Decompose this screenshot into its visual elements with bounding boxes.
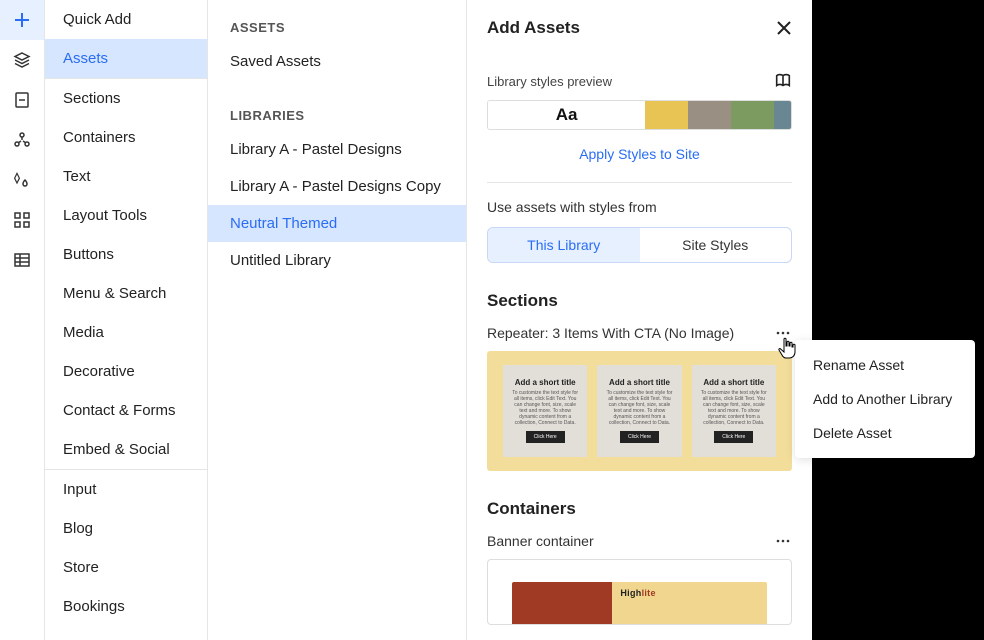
banner-left [512,582,612,625]
libraries-header: LIBRARIES [208,80,466,131]
rail-theme-button[interactable] [0,160,44,200]
table-icon [14,252,30,268]
plus-icon [13,11,31,29]
color-swatch [688,101,731,129]
color-swatch [645,101,688,129]
preview-card-button: Click Here [526,431,565,443]
category-assets[interactable]: Assets [45,39,207,78]
library-item[interactable]: Untitled Library [208,242,466,279]
libraries-panel: ASSETS Saved Assets LIBRARIES Library A … [208,0,466,640]
library-item[interactable]: Library A - Pastel Designs Copy [208,168,466,205]
preview-card: Add a short title To customize the text … [597,365,681,457]
rail-layers-button[interactable] [0,40,44,80]
asset-name: Banner container [487,533,594,549]
preview-card-button: Click Here [620,431,659,443]
category-bookings[interactable]: Bookings [45,587,207,626]
rail-add-button[interactable] [0,0,44,40]
category-decorative[interactable]: Decorative [45,352,207,391]
tab-this-library[interactable]: This Library [488,228,640,262]
category-panel: Quick Add Assets Sections Containers Tex… [44,0,208,640]
ctx-add-to-library[interactable]: Add to Another Library [795,382,975,416]
asset-context-menu: Rename Asset Add to Another Library Dele… [795,340,975,458]
panel-title: Add Assets [487,18,580,38]
category-contact-forms[interactable]: Contact & Forms [45,391,207,430]
category-layout-tools[interactable]: Layout Tools [45,196,207,235]
preview-card-title: Add a short title [609,379,670,388]
preview-card-title: Add a short title [515,379,576,388]
rail-apps-button[interactable] [0,200,44,240]
category-buttons[interactable]: Buttons [45,235,207,274]
ctx-rename-asset[interactable]: Rename Asset [795,348,975,382]
category-text[interactable]: Text [45,157,207,196]
rail-connections-button[interactable] [0,120,44,160]
rail-data-button[interactable] [0,240,44,280]
assets-header: ASSETS [208,0,466,43]
use-assets-from-label: Use assets with styles from [487,199,792,215]
sections-heading: Sections [487,291,792,311]
typography-swatch: Aa [488,101,645,129]
category-store[interactable]: Store [45,548,207,587]
category-input[interactable]: Input [45,470,207,509]
preview-card-body: To customize the text style for all item… [605,390,673,426]
close-icon [776,20,792,36]
close-button[interactable] [776,20,792,36]
preview-card-title: Add a short title [703,379,764,388]
grid-icon [14,212,30,228]
canvas-offscreen [812,0,984,640]
divider [487,182,792,183]
asset-preview-banner[interactable]: Highlite [487,559,792,625]
preview-card-button: Click Here [714,431,753,443]
nodes-icon [13,131,31,149]
color-swatch [774,101,791,129]
layers-icon [13,51,31,69]
preview-card: Add a short title To customize the text … [503,365,587,457]
apply-styles-link[interactable]: Apply Styles to Site [487,130,792,182]
style-source-segmented: This Library Site Styles [487,227,792,263]
containers-heading: Containers [487,499,792,519]
page-icon [14,91,30,109]
asset-preview-repeater[interactable]: Add a short title To customize the text … [487,351,792,471]
saved-assets-item[interactable]: Saved Assets [208,43,466,80]
preview-card-body: To customize the text style for all item… [511,390,579,426]
drop-text-icon [13,171,31,189]
ctx-delete-asset[interactable]: Delete Asset [795,416,975,450]
library-item[interactable]: Library A - Pastel Designs [208,131,466,168]
banner-logo: Highlite [620,588,655,598]
banner-right: Highlite [612,582,767,625]
category-menu-search[interactable]: Menu & Search [45,274,207,313]
tab-site-styles[interactable]: Site Styles [640,228,792,262]
preview-card: Add a short title To customize the text … [692,365,776,457]
category-blog[interactable]: Blog [45,509,207,548]
asset-name: Repeater: 3 Items With CTA (No Image) [487,325,734,341]
category-containers[interactable]: Containers [45,118,207,157]
book-icon[interactable] [774,72,792,90]
style-swatch-row: Aa [487,100,792,130]
preview-card-body: To customize the text style for all item… [700,390,768,426]
more-icon [776,539,790,543]
add-assets-panel: Add Assets Library styles preview Aa App… [466,0,812,640]
library-styles-preview-label: Library styles preview [487,74,612,89]
asset-more-button[interactable] [774,331,792,335]
library-item-selected[interactable]: Neutral Themed [208,205,466,242]
category-sections[interactable]: Sections [45,79,207,118]
category-embed-social[interactable]: Embed & Social [45,430,207,469]
rail-page-button[interactable] [0,80,44,120]
category-media[interactable]: Media [45,313,207,352]
icon-rail [0,0,44,640]
color-swatch [731,101,774,129]
asset-more-button[interactable] [774,539,792,543]
more-icon [776,331,790,335]
category-quick-add[interactable]: Quick Add [45,0,207,39]
